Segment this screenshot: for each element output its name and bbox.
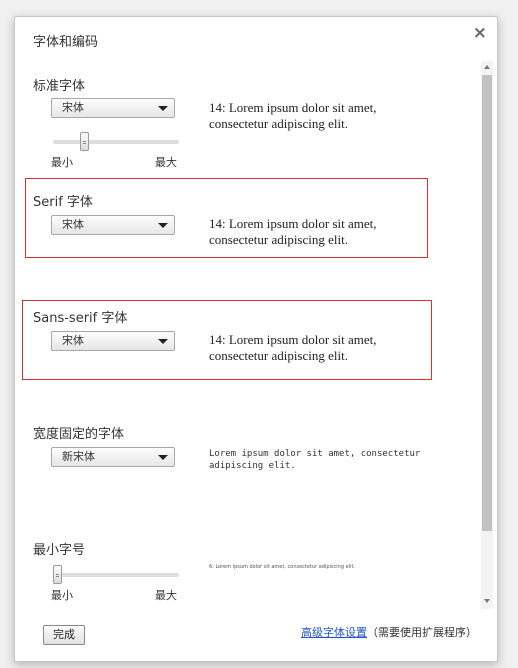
slider-min-label: 最小: [51, 589, 73, 602]
standard-font-label: 标准字体: [33, 79, 86, 94]
advanced-note: （需要使用扩展程序）: [367, 626, 477, 639]
scrollbar-thumb[interactable]: [482, 75, 492, 531]
fixed-font-value: 新宋体: [62, 450, 95, 463]
sample-line: Lorem ipsum dolor sit amet, consectetur: [209, 449, 421, 459]
slider-min-label: 最小: [51, 156, 73, 169]
sans-serif-font-sample: 14: Lorem ipsum dolor sit amet, consecte…: [209, 332, 377, 364]
dialog-content: 标准字体 宋体 14: Lorem ipsum dolor sit amet, …: [15, 61, 477, 607]
minimum-size-slider-track[interactable]: [53, 573, 179, 577]
fixed-font-label: 宽度固定的字体: [33, 427, 125, 442]
fixed-font-select[interactable]: 新宋体: [51, 447, 175, 467]
chevron-down-icon: [158, 339, 168, 344]
sans-serif-font-label: Sans-serif 字体: [33, 311, 128, 326]
scroll-down-arrow-icon[interactable]: [481, 595, 493, 607]
done-button[interactable]: 完成: [43, 625, 85, 645]
sample-line: 14: Lorem ipsum dolor sit amet,: [209, 216, 377, 231]
sans-serif-font-select[interactable]: 宋体: [51, 331, 175, 351]
font-size-slider-track[interactable]: [53, 140, 179, 144]
sans-serif-font-value: 宋体: [62, 334, 84, 347]
sample-line: consectetur adipiscing elit.: [209, 232, 348, 247]
standard-font-value: 宋体: [62, 101, 84, 114]
sample-line: consectetur adipiscing elit.: [209, 116, 348, 131]
serif-font-select[interactable]: 宋体: [51, 215, 175, 235]
sample-line: consectetur adipiscing elit.: [209, 348, 348, 363]
sample-line: adipiscing elit.: [209, 461, 296, 471]
fixed-font-sample: Lorem ipsum dolor sit amet, consectetur …: [209, 448, 420, 472]
chevron-down-icon: [158, 223, 168, 228]
standard-font-sample: 14: Lorem ipsum dolor sit amet, consecte…: [209, 100, 377, 132]
chevron-down-icon: [158, 106, 168, 111]
font-settings-dialog: 字体和编码 × 标准字体 宋体 14: Lorem ipsum dolor si…: [14, 16, 498, 662]
font-size-slider-thumb[interactable]: [79, 132, 89, 151]
sample-line: 14: Lorem ipsum dolor sit amet,: [209, 100, 377, 115]
standard-font-select[interactable]: 宋体: [51, 98, 175, 118]
minimum-font-size-label: 最小字号: [33, 543, 86, 558]
footer-advanced: 高级字体设置（需要使用扩展程序）: [301, 624, 477, 640]
sample-line: 14: Lorem ipsum dolor sit amet,: [209, 332, 377, 347]
serif-font-label: Serif 字体: [33, 195, 93, 210]
advanced-font-settings-link[interactable]: 高级字体设置: [301, 626, 367, 639]
dialog-title: 字体和编码: [33, 35, 99, 50]
serif-font-value: 宋体: [62, 218, 84, 231]
slider-max-label: 最大: [155, 589, 177, 602]
serif-font-sample: 14: Lorem ipsum dolor sit amet, consecte…: [209, 216, 377, 248]
minimum-font-sample: 6: Lorem ipsum dolor sit amet, consectet…: [209, 564, 355, 570]
minimum-size-slider-thumb[interactable]: [53, 565, 62, 584]
chevron-down-icon: [158, 455, 168, 460]
content-scrollbar[interactable]: [481, 61, 493, 609]
slider-max-label: 最大: [155, 156, 177, 169]
close-icon[interactable]: ×: [473, 23, 487, 43]
scroll-up-arrow-icon[interactable]: [481, 61, 493, 73]
